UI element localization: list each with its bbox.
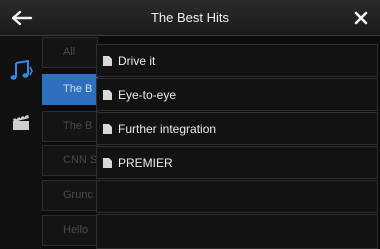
- track-label: Eye-to-eye: [118, 88, 177, 102]
- track-row[interactable]: PREMIER: [96, 146, 378, 179]
- category-list: All The B The B CNN S Grunc Hello: [42, 37, 98, 249]
- list-item[interactable]: The B: [42, 111, 98, 142]
- track-row[interactable]: Further integration: [96, 112, 378, 145]
- track-row[interactable]: Eye-to-eye: [96, 78, 378, 111]
- list-item[interactable]: All: [42, 37, 98, 68]
- close-button[interactable]: [352, 9, 370, 27]
- file-icon: [103, 124, 112, 134]
- track-row[interactable]: Drive it: [96, 44, 378, 77]
- close-icon: [354, 11, 368, 25]
- list-item-selected[interactable]: The B: [42, 74, 98, 105]
- file-icon: [103, 90, 112, 100]
- video-icon: [13, 113, 29, 130]
- list-item[interactable]: CNN S: [42, 145, 98, 176]
- track-label: Drive it: [118, 54, 156, 68]
- empty-row: [96, 180, 378, 213]
- video-source-button[interactable]: [8, 109, 34, 133]
- source-sidebar: [0, 37, 42, 249]
- music-source-button[interactable]: [8, 59, 34, 83]
- list-item[interactable]: Hello: [42, 215, 98, 246]
- empty-row: [96, 214, 378, 249]
- page-title: The Best Hits: [150, 10, 230, 25]
- title-bar: The Best Hits: [0, 0, 380, 36]
- music-icon: [10, 59, 33, 80]
- file-icon: [103, 158, 112, 168]
- track-label: PREMIER: [118, 156, 173, 170]
- list-item[interactable]: Grunc: [42, 180, 98, 211]
- track-label: Further integration: [118, 122, 217, 136]
- file-icon: [103, 56, 112, 66]
